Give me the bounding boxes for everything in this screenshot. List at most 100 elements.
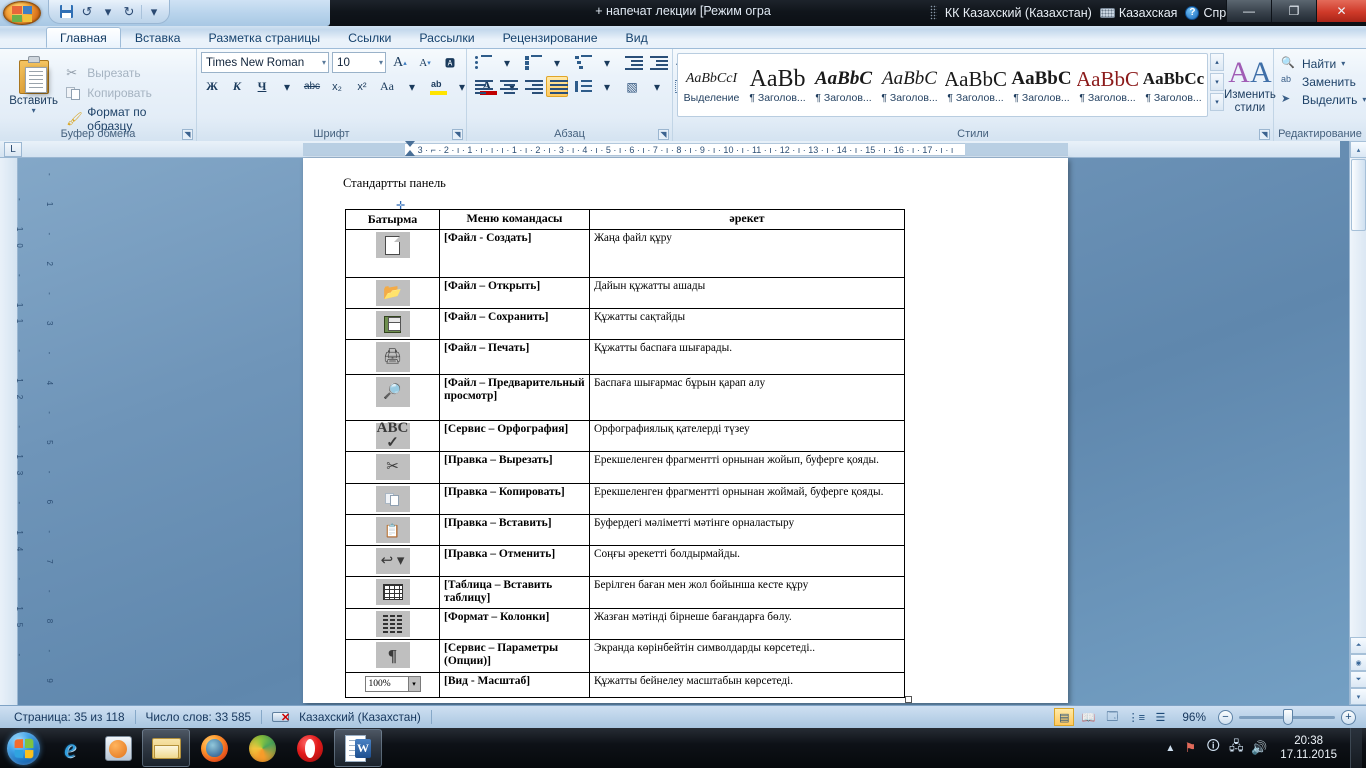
view-draft-button[interactable]: ☰ bbox=[1150, 708, 1170, 726]
align-center-button[interactable] bbox=[496, 76, 518, 97]
proofing-errors-icon[interactable]: ✕ bbox=[272, 710, 290, 724]
line-spacing-dropdown-icon[interactable]: ▾ bbox=[596, 76, 618, 97]
grow-font-button[interactable]: A ▴ bbox=[389, 52, 411, 73]
taskbar-item-firefox[interactable] bbox=[190, 729, 238, 767]
style-item[interactable]: AaBb ¶ Заголов... bbox=[746, 56, 809, 114]
ruler-track[interactable]: 3 · ⌐ · 2 · ı · 1 · ı · ı · ı · 1 · ı · … bbox=[303, 143, 1068, 156]
justify-button[interactable] bbox=[546, 76, 568, 97]
multilevel-dropdown-icon[interactable]: ▾ bbox=[596, 52, 618, 73]
table-move-handle-icon[interactable]: ✛ bbox=[396, 201, 405, 212]
view-full-screen-reading-button[interactable]: 📖 bbox=[1078, 708, 1098, 726]
style-item[interactable]: AaBbCcI Выделение bbox=[680, 56, 743, 114]
change-case-dropdown-icon[interactable]: ▾ bbox=[401, 76, 423, 97]
numbering-button[interactable] bbox=[521, 52, 543, 73]
view-print-layout-button[interactable]: ▤ bbox=[1054, 708, 1075, 726]
close-button[interactable]: ✕ bbox=[1316, 0, 1366, 22]
scroll-down-icon[interactable]: ▾ bbox=[1350, 688, 1366, 705]
scroll-up-icon[interactable]: ▴ bbox=[1350, 141, 1366, 158]
hidden-icons-arrow-icon[interactable]: ▲ bbox=[1165, 743, 1175, 754]
status-language[interactable]: ✕ Казахский (Казахстан) bbox=[262, 710, 431, 724]
view-web-layout-button[interactable]: 🗔 bbox=[1102, 708, 1122, 726]
find-button[interactable]: 🔍 Найти ▾ bbox=[1278, 55, 1362, 73]
zoom-in-button[interactable]: + bbox=[1341, 709, 1356, 725]
clipboard-dialog-launcher-icon[interactable]: ◥ bbox=[182, 129, 193, 140]
change-styles-button[interactable]: AA Изменить стили bbox=[1224, 53, 1276, 115]
tab-page-layout[interactable]: Разметка страницы bbox=[195, 27, 335, 48]
style-item[interactable]: AaBbC ¶ Заголов... bbox=[878, 56, 941, 114]
styles-dialog-launcher-icon[interactable]: ◥ bbox=[1259, 129, 1270, 140]
info-icon[interactable]: 🛈 bbox=[1205, 738, 1221, 756]
font-name-dropdown-icon[interactable]: ▾ bbox=[319, 58, 326, 67]
change-case-button[interactable]: Aa bbox=[376, 76, 398, 97]
previous-page-icon[interactable]: ⏶ bbox=[1350, 637, 1366, 654]
style-item[interactable]: AaBbCc ¶ Заголов... bbox=[1142, 56, 1205, 114]
minimize-button[interactable]: — bbox=[1226, 0, 1271, 22]
underline-dropdown-icon[interactable]: ▾ bbox=[276, 76, 298, 97]
font-size-combo[interactable]: 10 ▾ bbox=[332, 52, 386, 73]
start-button[interactable] bbox=[0, 729, 46, 767]
taskbar-item-word[interactable]: W bbox=[334, 729, 382, 767]
font-name-combo[interactable]: Times New Roman ▾ bbox=[201, 52, 329, 73]
paste-dropdown-icon[interactable]: ▾ bbox=[32, 107, 36, 115]
zoom-slider[interactable]: − + bbox=[1218, 708, 1356, 725]
shading-dropdown-icon[interactable]: ▾ bbox=[646, 76, 668, 97]
tab-stop-selector[interactable]: L bbox=[4, 142, 22, 157]
font-dialog-launcher-icon[interactable]: ◥ bbox=[452, 129, 463, 140]
style-item[interactable]: AaBbC ¶ Заголов... bbox=[812, 56, 875, 114]
bullets-dropdown-icon[interactable]: ▾ bbox=[496, 52, 518, 73]
styles-scroll-down-icon[interactable]: ▾ bbox=[1210, 73, 1224, 91]
tab-home[interactable]: Главная bbox=[46, 27, 121, 48]
clear-formatting-button[interactable]: 🅰 bbox=[439, 52, 461, 73]
underline-button[interactable]: Ч bbox=[251, 76, 273, 97]
language-bar-layout[interactable]: КК Казахский (Казахстан) bbox=[945, 6, 1092, 20]
text-highlight-button[interactable]: ab bbox=[426, 76, 448, 97]
taskbar-item-internet-explorer[interactable]: e bbox=[46, 729, 94, 767]
vertical-ruler[interactable]: - 1 - 2 - 3 - 4 - 5 - 6 - 7 - 8 - 9 - 10… bbox=[0, 158, 54, 705]
shrink-font-button[interactable]: A ▾ bbox=[414, 52, 436, 73]
table-resize-handle[interactable] bbox=[905, 696, 912, 703]
increase-indent-button[interactable] bbox=[646, 52, 668, 73]
styles-scroll-up-icon[interactable]: ▴ bbox=[1210, 53, 1224, 71]
language-bar-keyboard[interactable]: Казахская bbox=[1099, 6, 1177, 20]
styles-more-icon[interactable]: ▾ bbox=[1210, 93, 1224, 111]
horizontal-ruler[interactable]: L 3 · ⌐ · 2 · ı · 1 · ı · ı · ı · 1 · ı … bbox=[0, 141, 1340, 158]
multilevel-list-button[interactable] bbox=[571, 52, 593, 73]
cut-button[interactable]: ✂ Вырезать bbox=[63, 64, 192, 82]
bold-button[interactable]: Ж bbox=[201, 76, 223, 97]
zoom-slider-track[interactable] bbox=[1239, 708, 1335, 725]
font-size-dropdown-icon[interactable]: ▾ bbox=[376, 58, 383, 67]
style-item[interactable]: AaBbC ¶ Заголов... bbox=[1010, 56, 1073, 114]
align-left-button[interactable] bbox=[471, 76, 493, 97]
tab-review[interactable]: Рецензирование bbox=[489, 27, 612, 48]
taskbar-item-browser-ball[interactable] bbox=[238, 729, 286, 767]
flag-icon[interactable]: ⚑ bbox=[1182, 740, 1198, 756]
italic-button[interactable]: К bbox=[226, 76, 248, 97]
style-item[interactable]: AaBbC ¶ Заголов... bbox=[944, 56, 1007, 114]
maximize-button[interactable]: ❐ bbox=[1271, 0, 1316, 22]
shading-button[interactable]: ▧ bbox=[621, 76, 643, 97]
style-item[interactable]: AaBbC ¶ Заголов... bbox=[1076, 56, 1139, 114]
select-button[interactable]: ➤ Выделить ▾ bbox=[1278, 91, 1366, 109]
select-dropdown-icon[interactable]: ▾ bbox=[1362, 96, 1366, 104]
tab-mailings[interactable]: Рассылки bbox=[405, 27, 488, 48]
tab-insert[interactable]: Вставка bbox=[121, 27, 195, 48]
tab-references[interactable]: Ссылки bbox=[334, 27, 405, 48]
show-desktop-button[interactable] bbox=[1350, 728, 1362, 768]
taskbar-item-opera[interactable] bbox=[286, 729, 334, 767]
indent-markers[interactable] bbox=[405, 141, 415, 158]
decrease-indent-button[interactable] bbox=[621, 52, 643, 73]
document-page[interactable]: Стандартты панель ✛ Батырма Меню команда… bbox=[303, 158, 1068, 703]
language-bar-grip-icon[interactable] bbox=[929, 5, 937, 20]
subscript-button[interactable]: x₂ bbox=[326, 76, 348, 97]
paragraph-dialog-launcher-icon[interactable]: ◥ bbox=[658, 129, 669, 140]
select-browse-object-icon[interactable]: ◉ bbox=[1350, 654, 1366, 671]
line-spacing-button[interactable] bbox=[571, 76, 593, 97]
align-right-button[interactable] bbox=[521, 76, 543, 97]
numbering-dropdown-icon[interactable]: ▾ bbox=[546, 52, 568, 73]
superscript-button[interactable]: x² bbox=[351, 76, 373, 97]
status-word-count[interactable]: Число слов: 33 585 bbox=[136, 710, 262, 724]
view-outline-button[interactable]: ⋮≡ bbox=[1126, 708, 1146, 726]
find-dropdown-icon[interactable]: ▾ bbox=[1341, 60, 1345, 68]
taskbar-item-media-player[interactable] bbox=[94, 729, 142, 767]
next-page-icon[interactable]: ⏷ bbox=[1350, 671, 1366, 688]
